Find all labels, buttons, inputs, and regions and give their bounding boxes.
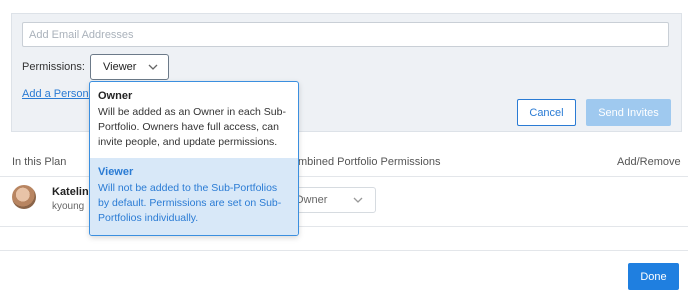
add-personal-link[interactable]: Add a Persona <box>22 88 95 100</box>
header-combined-permissions: mbined Portfolio Permissions <box>298 156 441 168</box>
avatar <box>12 185 36 209</box>
chevron-down-icon <box>353 197 363 203</box>
send-invites-button[interactable]: Send Invites <box>586 99 671 126</box>
permissions-select[interactable]: Viewer <box>90 54 169 80</box>
option-description: Will be added as an Owner in each Sub-Po… <box>98 106 286 148</box>
cancel-button[interactable]: Cancel <box>517 99 576 126</box>
chevron-down-icon <box>148 64 158 70</box>
header-add-remove: Add/Remove <box>617 156 681 168</box>
member-username: kyoung <box>52 201 85 212</box>
footer-divider <box>0 250 688 251</box>
header-in-plan: In this Plan <box>12 156 67 168</box>
permissions-dropdown: Owner Will be added as an Owner in each … <box>89 81 299 236</box>
option-title: Viewer <box>98 166 134 178</box>
permissions-label: Permissions: <box>22 61 85 73</box>
option-description: Will not be added to the Sub-Portfolios … <box>98 182 282 224</box>
option-title: Owner <box>98 90 133 102</box>
permissions-select-value: Viewer <box>103 61 137 73</box>
done-button[interactable]: Done <box>628 263 679 290</box>
permission-option-owner[interactable]: Owner Will be added as an Owner in each … <box>90 82 298 157</box>
permission-option-viewer[interactable]: Viewer Will not be added to the Sub-Port… <box>90 158 298 235</box>
email-input[interactable] <box>22 22 669 47</box>
member-permission-value: Owner <box>295 194 328 206</box>
